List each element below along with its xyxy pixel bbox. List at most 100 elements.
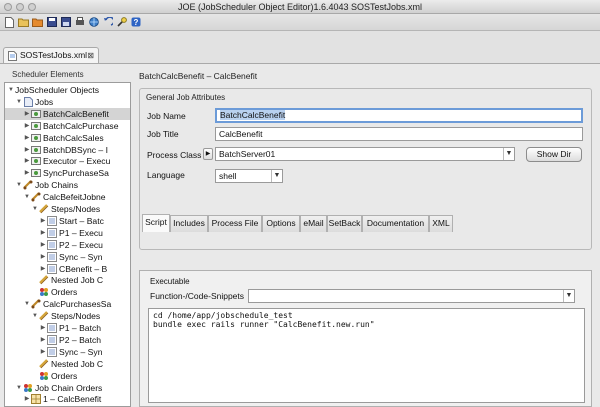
tree-item[interactable]: ▶ BatchDBSync – I [5,144,130,156]
tree-item[interactable]: Nested Job C [5,358,130,370]
tab-process-file[interactable]: Process File [208,215,262,232]
collapsed-arrow-icon[interactable]: ▶ [39,346,47,358]
tree-item[interactable]: ▶ P2 – Batch [5,334,130,346]
node-icon [47,227,57,238]
tab-setback[interactable]: SetBack [327,215,362,232]
tree-item[interactable]: ▶ BatchCalcBenefit [5,107,130,120]
expanded-arrow-icon[interactable]: ▼ [23,191,31,203]
script-tab-body: Executable Function-/Code-Snippets ▼ cd … [139,270,592,407]
save-icon[interactable] [46,17,57,28]
open-hot-folder-icon[interactable] [32,17,43,28]
scheduler-elements-tree[interactable]: ▼ JobScheduler Objects ▼ Jobs ▶ BatchCalcBene… [4,82,131,407]
orders-icon [39,371,49,381]
collapsed-arrow-icon[interactable]: ▶ [23,155,31,167]
tree-item[interactable]: ▶ Start – Batc [5,215,130,227]
tab-script[interactable]: Script [142,214,170,232]
expanded-arrow-icon[interactable]: ▼ [15,96,23,108]
main-toolbar: ? [0,14,600,31]
expanded-arrow-icon[interactable]: ▼ [15,179,23,191]
tree-item[interactable]: ▼ Steps/Nodes [5,203,130,215]
print-icon[interactable] [74,17,85,28]
job-name-field[interactable]: BatchCalcBenefit [215,108,583,123]
job-editor-panel: BatchCalcBenefit – CalcBenefit General J… [135,64,600,407]
tree-item[interactable]: ▶ Executor – Execu [5,155,130,167]
collapsed-arrow-icon[interactable]: ▶ [23,108,31,120]
node-icon [47,263,57,274]
tree-item[interactable]: ▼ JobScheduler Objects [5,84,130,96]
tree-item[interactable]: ▶ SyncPurchaseSa [5,167,130,179]
tool-icon[interactable] [116,17,127,28]
scheduler-elements-title: Scheduler Elements [12,70,84,79]
tree-item[interactable]: ▼ Jobs [5,96,130,108]
tree-item[interactable]: ▼ CalcBefeitJobne [5,191,130,203]
tab-documentation[interactable]: Documentation [362,215,429,232]
tree-item[interactable]: Orders [5,286,130,298]
tree-item[interactable]: ▶ Sync – Syn [5,251,130,263]
tree-item[interactable]: ▶ BatchCalcSales [5,132,130,144]
tree-item[interactable]: ▶ P2 – Execu [5,239,130,251]
script-code-editor[interactable]: cd /home/app/jobschedule_test bundle exe… [148,308,585,403]
job-title-label: Job Title [147,129,179,139]
expanded-arrow-icon[interactable]: ▼ [31,310,39,322]
tree-item[interactable]: ▼ Steps/Nodes [5,310,130,322]
orders-icon [23,383,33,393]
expanded-arrow-icon[interactable]: ▼ [23,298,31,310]
tree-item[interactable]: ▶ P1 – Batch [5,322,130,334]
collapsed-arrow-icon[interactable]: ▶ [23,120,31,132]
collapsed-arrow-icon[interactable]: ▶ [39,263,47,275]
close-window-button[interactable] [4,3,12,11]
tree-item[interactable]: Nested Job C [5,274,130,286]
expanded-arrow-icon[interactable]: ▼ [15,382,23,394]
tree-item[interactable]: ▼ Job Chain Orders [5,382,130,394]
collapsed-arrow-icon[interactable]: ▶ [23,132,31,144]
expanded-arrow-icon[interactable]: ▼ [7,84,15,96]
close-tab-icon[interactable]: ⊠ [87,48,94,63]
tree-item-label: CBenefit – B [59,263,108,274]
collapsed-arrow-icon[interactable]: ▶ [39,334,47,346]
collapsed-arrow-icon[interactable]: ▶ [23,144,31,156]
tree-item[interactable]: ▶ CBenefit – B [5,263,130,275]
collapsed-arrow-icon[interactable]: ▶ [23,393,31,405]
tree-item[interactable]: ▶ 1 – CalcBenefit [5,393,130,405]
zoom-window-button[interactable] [28,3,36,11]
show-dir-button[interactable]: Show Dir [526,147,582,162]
minimize-window-button[interactable] [16,3,24,11]
expanded-arrow-icon[interactable]: ▼ [31,203,39,215]
tree-item-label: BatchDBSync – I [43,144,108,155]
tab-includes[interactable]: Includes [170,215,208,232]
collapsed-arrow-icon[interactable]: ▶ [39,322,47,334]
chevron-down-icon: ▼ [503,148,514,160]
node-icon [47,346,57,357]
collapsed-arrow-icon[interactable]: ▶ [39,215,47,227]
tab-email[interactable]: eMail [300,215,327,232]
node-icon [47,239,57,250]
tab-options[interactable]: Options [262,215,300,232]
tree-item[interactable]: Orders [5,370,130,382]
tree-item[interactable]: ▼ CalcPurchasesSa [5,298,130,310]
node-icon [47,334,57,345]
tree-item[interactable]: ▼ Job Chains [5,179,130,191]
undo-icon[interactable] [102,17,113,28]
process-class-browse-button[interactable]: ▶ [203,148,213,160]
tree-item[interactable]: ▶ Sync – Syn [5,346,130,358]
collapsed-arrow-icon[interactable]: ▶ [39,227,47,239]
tree-item-label: Job Chain Orders [35,382,103,393]
collapsed-arrow-icon[interactable]: ▶ [39,239,47,251]
tree-item[interactable]: ▶ P1 – Execu [5,227,130,239]
process-class-combo[interactable]: BatchServer01 ▼ [215,147,515,161]
tree-item-label: Steps/Nodes [51,311,101,322]
save-as-icon[interactable] [60,17,71,28]
tab-xml[interactable]: XML [429,215,453,232]
collapsed-arrow-icon[interactable]: ▶ [23,167,31,179]
tree-item[interactable]: ▶ BatchCalcPurchase [5,120,130,132]
open-folder-icon[interactable] [18,17,29,28]
job-title-field[interactable]: CalcBenefit [215,127,583,141]
globe-icon[interactable] [88,17,99,28]
editor-tab-sostestjobs[interactable]: SOSTestJobs.xml ⊠ [3,47,99,63]
language-combo[interactable]: shell ▼ [215,169,283,183]
editor-tab-label: SOSTestJobs.xml [20,50,88,60]
help-icon[interactable]: ? [130,17,141,28]
function-snippets-combo[interactable]: ▼ [248,289,575,303]
collapsed-arrow-icon[interactable]: ▶ [39,251,47,263]
new-file-icon[interactable] [4,16,15,28]
